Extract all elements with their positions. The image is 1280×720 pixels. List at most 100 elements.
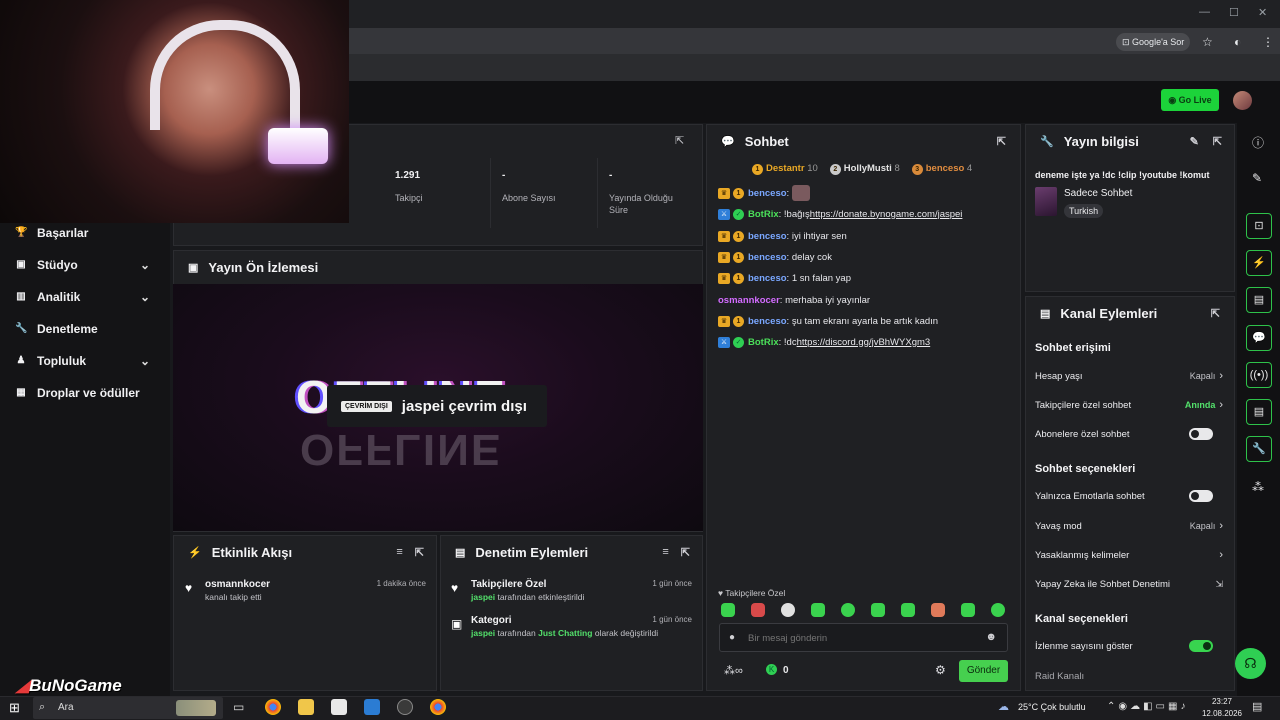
rail-button-broadcast[interactable]: ((•)) [1246, 362, 1272, 388]
obs-icon[interactable] [397, 699, 413, 715]
community-icon[interactable]: ⁂ [1252, 480, 1264, 494]
expand-icon[interactable]: ⇱ [681, 546, 690, 559]
chat-text: !dc [783, 336, 797, 348]
minimize-icon[interactable]: — [1199, 6, 1210, 18]
moderation-category: Just Chatting [538, 628, 593, 638]
emote-icon[interactable] [991, 603, 1005, 617]
rail-button-clipboard[interactable]: ▤ [1246, 287, 1272, 313]
channel-options-heading: Kanal seçenekleri [1035, 613, 1128, 625]
emote-icon[interactable] [781, 603, 795, 617]
emote-icon[interactable] [811, 603, 825, 617]
tray-icons[interactable]: ⌃◉☁◧▭▦♪ [1107, 701, 1188, 712]
chat-input-box[interactable]: ● ☻ [719, 623, 1008, 652]
rail-button-actions[interactable]: ▤ [1246, 399, 1272, 425]
subs-only-label: Abonelere özel sohbet [1035, 428, 1130, 440]
edit-icon[interactable]: ✎ [1252, 171, 1262, 185]
avatar[interactable] [1233, 91, 1252, 110]
sidebar-item-achievements[interactable]: 🏆 Başarılar [15, 223, 165, 243]
emote-icon[interactable] [931, 603, 945, 617]
crown-icon: ♛ [718, 315, 730, 327]
extension-icon[interactable]: ◐ [1234, 35, 1241, 49]
menu-icon[interactable]: ⋮ [1262, 35, 1274, 49]
sidebar-item-community[interactable]: ♟ Topluluk ⌄ [15, 351, 165, 371]
gear-icon[interactable]: ⚙ [935, 663, 946, 677]
star-icon[interactable]: ☆ [1202, 35, 1213, 49]
chat-username[interactable]: benceso [748, 316, 787, 327]
emote-icon[interactable] [871, 603, 885, 617]
store-icon[interactable] [331, 699, 347, 715]
ai-moderation-row[interactable]: Yapay Zeka ile Sohbet Denetimi ⇲ [1035, 574, 1225, 594]
sidebar-item-moderation[interactable]: 🔧 Denetleme [15, 319, 165, 339]
chat-username[interactable]: BotRix [748, 209, 779, 220]
go-live-button[interactable]: ◉ Go Live [1161, 89, 1219, 111]
chat-link[interactable]: https://discord.gg/jvBhWYXgm3 [797, 337, 931, 348]
rail-button-clip[interactable]: ⊡ [1246, 213, 1272, 239]
account-age-row[interactable]: Hesap yaşı Kapalı › [1035, 366, 1225, 386]
sidebar-item-drops[interactable]: ▦ Droplar ve ödüller [15, 383, 165, 403]
chrome-icon[interactable] [430, 699, 446, 715]
expand-icon[interactable]: ⇱ [675, 134, 684, 147]
infinity-icon[interactable]: ⁂∞ [724, 664, 743, 677]
close-icon[interactable]: ✕ [1258, 6, 1267, 19]
chat-username[interactable]: osmannkocer [718, 295, 780, 306]
taskbar-search[interactable]: ⌕ Ara [33, 697, 223, 719]
chrome-icon[interactable] [265, 699, 281, 715]
windows-start-icon[interactable]: ⊞ [9, 700, 20, 716]
slow-mode-label: Yavaş mod [1035, 520, 1082, 532]
filter-icon[interactable]: ≡ [396, 546, 402, 558]
subs-only-toggle[interactable] [1189, 428, 1213, 440]
expand-icon[interactable]: ⇱ [1213, 135, 1222, 148]
chat-link[interactable]: https://donate.bynogame.com/jaspei [810, 209, 963, 220]
emote-icon[interactable] [841, 603, 855, 617]
crown-icon: ♛ [718, 251, 730, 263]
file-explorer-icon[interactable] [298, 699, 314, 715]
chat-input[interactable] [748, 630, 978, 646]
mail-icon[interactable] [364, 699, 380, 715]
show-viewers-toggle[interactable] [1189, 640, 1213, 652]
sidebar-item-analytics[interactable]: ▥ Analitik ⌄ [15, 287, 165, 307]
followers-only-label: Takipçilere özel sohbet [1035, 399, 1132, 411]
stream-category[interactable]: Sadece Sohbet [1064, 188, 1132, 199]
chat-username[interactable]: benceso [748, 188, 787, 199]
support-button[interactable]: ☊ [1235, 648, 1266, 679]
notification-icon[interactable]: ▤ [1252, 700, 1262, 713]
google-sor-button[interactable]: ⊡ Google'a Sor [1116, 33, 1191, 51]
stream-tag[interactable]: Turkish [1064, 204, 1104, 218]
banned-words-row[interactable]: Yasaklanmış kelimeler › [1035, 545, 1225, 565]
expand-icon[interactable]: ⇱ [415, 546, 424, 559]
weather-text[interactable]: 25°C Çok bulutlu [1018, 702, 1086, 712]
rail-button-wrench[interactable]: 🔧 [1246, 436, 1272, 462]
chat-username[interactable]: BotRix [748, 337, 779, 348]
rail-button-chat[interactable]: 💬 [1246, 325, 1272, 351]
top-gifters: 1 Destantr 10 2 HollyMusti 8 3 benceso 4 [752, 162, 972, 176]
offline-graphic-reflection: OFFLINE [300, 425, 503, 474]
expand-icon[interactable]: ⇱ [1211, 307, 1220, 320]
sidebar-item-label: Başarılar [37, 226, 89, 240]
chat-username[interactable]: benceso [748, 273, 787, 284]
emote-icon[interactable] [721, 603, 735, 617]
clock-date: 12.08.2026 [1201, 709, 1243, 718]
task-view-icon[interactable]: ▭ [233, 700, 244, 714]
raid-row[interactable]: Raid Kanalı [1035, 666, 1225, 686]
edit-icon[interactable]: ✎ [1190, 135, 1199, 148]
followers-only-row[interactable]: Takipçilere özel sohbet Anında › [1035, 395, 1225, 415]
rail-button-bolt[interactable]: ⚡ [1246, 250, 1272, 276]
sub-badge-icon: 1 [733, 230, 744, 242]
maximize-icon[interactable]: ☐ [1229, 6, 1239, 19]
emoji-icon[interactable]: ☻ [985, 631, 997, 643]
emote-icon[interactable] [901, 603, 915, 617]
chat-message: osmannkocer: merhaba iyi yayınlar [718, 294, 871, 306]
info-icon[interactable]: ⓘ [1252, 134, 1264, 151]
slow-mode-row[interactable]: Yavaş mod Kapalı › [1035, 516, 1225, 536]
emote-only-toggle[interactable] [1189, 490, 1213, 502]
chat-username[interactable]: benceso [748, 231, 787, 242]
emote-icon[interactable] [751, 603, 765, 617]
filter-icon[interactable]: ≡ [662, 546, 668, 558]
send-button[interactable]: Gönder [959, 660, 1008, 682]
sidebar-item-studio[interactable]: ▣ Stüdyo ⌄ [15, 255, 165, 275]
expand-icon[interactable]: ⇱ [997, 135, 1006, 148]
emote-icon[interactable] [961, 603, 975, 617]
bolt-icon: ⚡ [188, 546, 202, 559]
activity-sub: kanalı takip etti [205, 592, 262, 602]
chat-username[interactable]: benceso [748, 252, 787, 263]
